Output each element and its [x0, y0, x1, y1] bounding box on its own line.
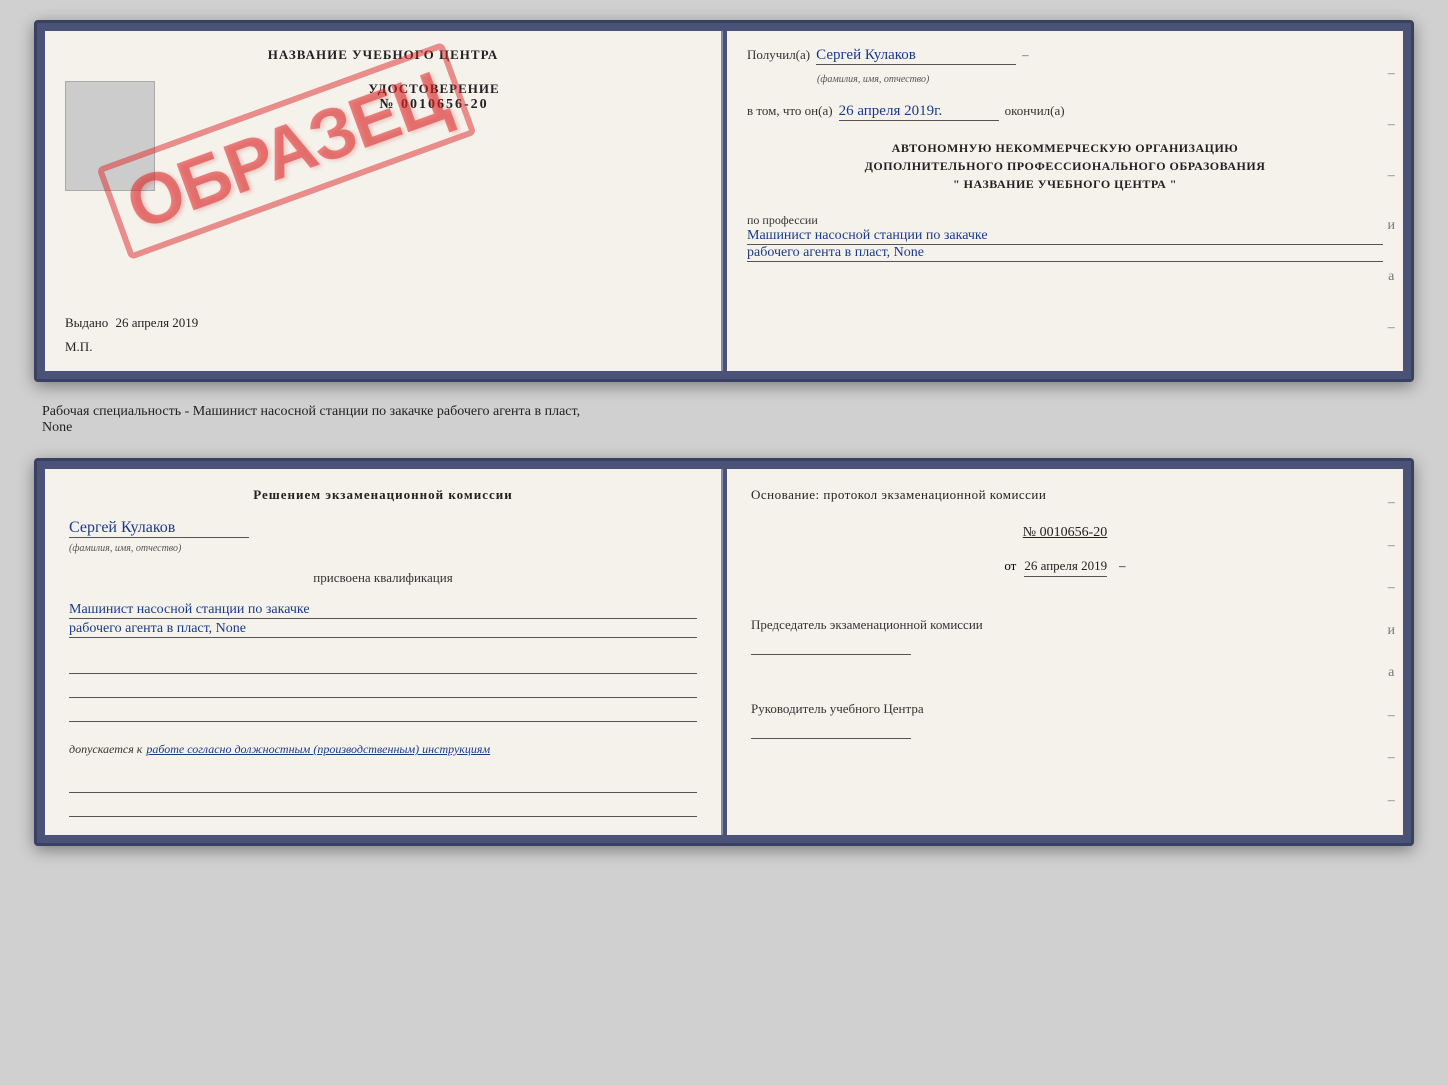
allowed-label: допускается к: [69, 742, 142, 757]
bottom-right-edge-dashes: – – – и а – – –: [1388, 469, 1396, 835]
bottom-blank-2: [69, 799, 697, 817]
person-name-block: Сергей Кулаков (фамилия, имя, отчество): [69, 519, 697, 556]
profession-line1: Машинист насосной станции по закачке: [747, 228, 1383, 245]
middle-text-line1: Рабочая специальность - Машинист насосно…: [42, 404, 580, 419]
cert-left-page: НАЗВАНИЕ УЧЕБНОГО ЦЕНТРА УДОСТОВЕРЕНИЕ №…: [45, 31, 723, 371]
completed-row: в том, что он(а) 26 апреля 2019г. окончи…: [747, 103, 1383, 121]
protocol-number: № 0010656-20: [751, 525, 1379, 541]
org-block: АВТОНОМНУЮ НЕКОММЕРЧЕСКУЮ ОРГАНИЗАЦИЮ ДО…: [747, 139, 1383, 193]
completed-suffix: окончил(а): [1005, 103, 1065, 119]
cert-photo-placeholder: [65, 81, 155, 191]
blank-line-3: [69, 704, 697, 722]
right-edge-dashes: – – – и а –: [1388, 31, 1396, 371]
bottom-left-page: Решением экзаменационной комиссии Сергей…: [45, 469, 723, 835]
cert-right-page: Получил(а) Сергей Кулаков – (фамилия, им…: [727, 31, 1403, 371]
received-name: Сергей Кулаков: [816, 47, 1016, 65]
received-label: Получил(а): [747, 47, 810, 63]
blank-line-1: [69, 656, 697, 674]
org-line1: АВТОНОМНУЮ НЕКОММЕРЧЕСКУЮ ОРГАНИЗАЦИЮ: [747, 139, 1383, 157]
allowed-row: допускается к работе согласно должностны…: [69, 742, 697, 757]
cert-issue: Выдано 26 апреля 2019: [65, 315, 701, 331]
bottom-blank-1: [69, 775, 697, 793]
commission-head-line: [751, 637, 911, 655]
top-document-spread: НАЗВАНИЕ УЧЕБНОГО ЦЕНТРА УДОСТОВЕРЕНИЕ №…: [34, 20, 1414, 382]
qual-block: Машинист насосной станции по закачке раб…: [69, 600, 697, 638]
completed-date: 26 апреля 2019г.: [839, 103, 999, 121]
allowed-text: работе согласно должностным (производств…: [146, 742, 490, 757]
org-line3: " НАЗВАНИЕ УЧЕБНОГО ЦЕНТРА ": [747, 175, 1383, 193]
qual-line1: Машинист насосной станции по закачке: [69, 602, 697, 619]
middle-text-line2: None: [42, 420, 72, 435]
blank-line-2: [69, 680, 697, 698]
bottom-blank-lines: [69, 775, 697, 817]
center-head-block: Руководитель учебного Центра: [751, 689, 1379, 739]
protocol-date: 26 апреля 2019: [1024, 558, 1107, 577]
cert-mp: М.П.: [65, 339, 701, 355]
commission-head-label: Председатель экзаменационной комиссии: [751, 617, 1379, 633]
person-name: Сергей Кулаков: [69, 519, 249, 538]
center-head-label: Руководитель учебного Центра: [751, 701, 1379, 717]
center-head-line: [751, 721, 911, 739]
bottom-right-page: Основание: протокол экзаменационной коми…: [727, 469, 1403, 835]
org-line2: ДОПОЛНИТЕЛЬНОГО ПРОФЕССИОНАЛЬНОГО ОБРАЗО…: [747, 157, 1383, 175]
basis-title: Основание: протокол экзаменационной коми…: [751, 487, 1379, 503]
commission-head-block: Председатель экзаменационной комиссии: [751, 605, 1379, 655]
completed-prefix: в том, что он(а): [747, 103, 833, 119]
middle-text-area: Рабочая специальность - Машинист насосно…: [34, 400, 1414, 440]
qualification-label: присвоена квалификация: [69, 570, 697, 586]
name-hint-top: (фамилия, имя, отчество): [817, 74, 929, 85]
qual-line2: рабочего агента в пласт, None: [69, 621, 697, 638]
protocol-date-block: от 26 апреля 2019 –: [751, 557, 1379, 577]
protocol-date-dash: –: [1119, 558, 1126, 573]
cert-doc-label: УДОСТОВЕРЕНИЕ: [167, 81, 701, 97]
protocol-date-prefix: от: [1004, 558, 1016, 573]
profession-label: по профессии: [747, 213, 1383, 228]
issued-date: 26 апреля 2019: [116, 315, 199, 330]
bottom-document-spread: Решением экзаменационной комиссии Сергей…: [34, 458, 1414, 846]
issued-label: Выдано: [65, 315, 108, 330]
protocol-number-block: № 0010656-20: [751, 525, 1379, 541]
commission-title: Решением экзаменационной комиссии: [69, 487, 697, 503]
profession-line2: рабочего агента в пласт, None: [747, 245, 1383, 262]
cert-school-title: НАЗВАНИЕ УЧЕБНОГО ЦЕНТРА: [268, 47, 499, 63]
name-hint-bottom: (фамилия, имя, отчество): [69, 543, 181, 554]
blank-lines-block: [69, 656, 697, 722]
profession-block: по профессии Машинист насосной станции п…: [747, 213, 1383, 262]
cert-doc-number: № 0010656-20: [167, 97, 701, 113]
received-row: Получил(а) Сергей Кулаков –: [747, 47, 1383, 65]
